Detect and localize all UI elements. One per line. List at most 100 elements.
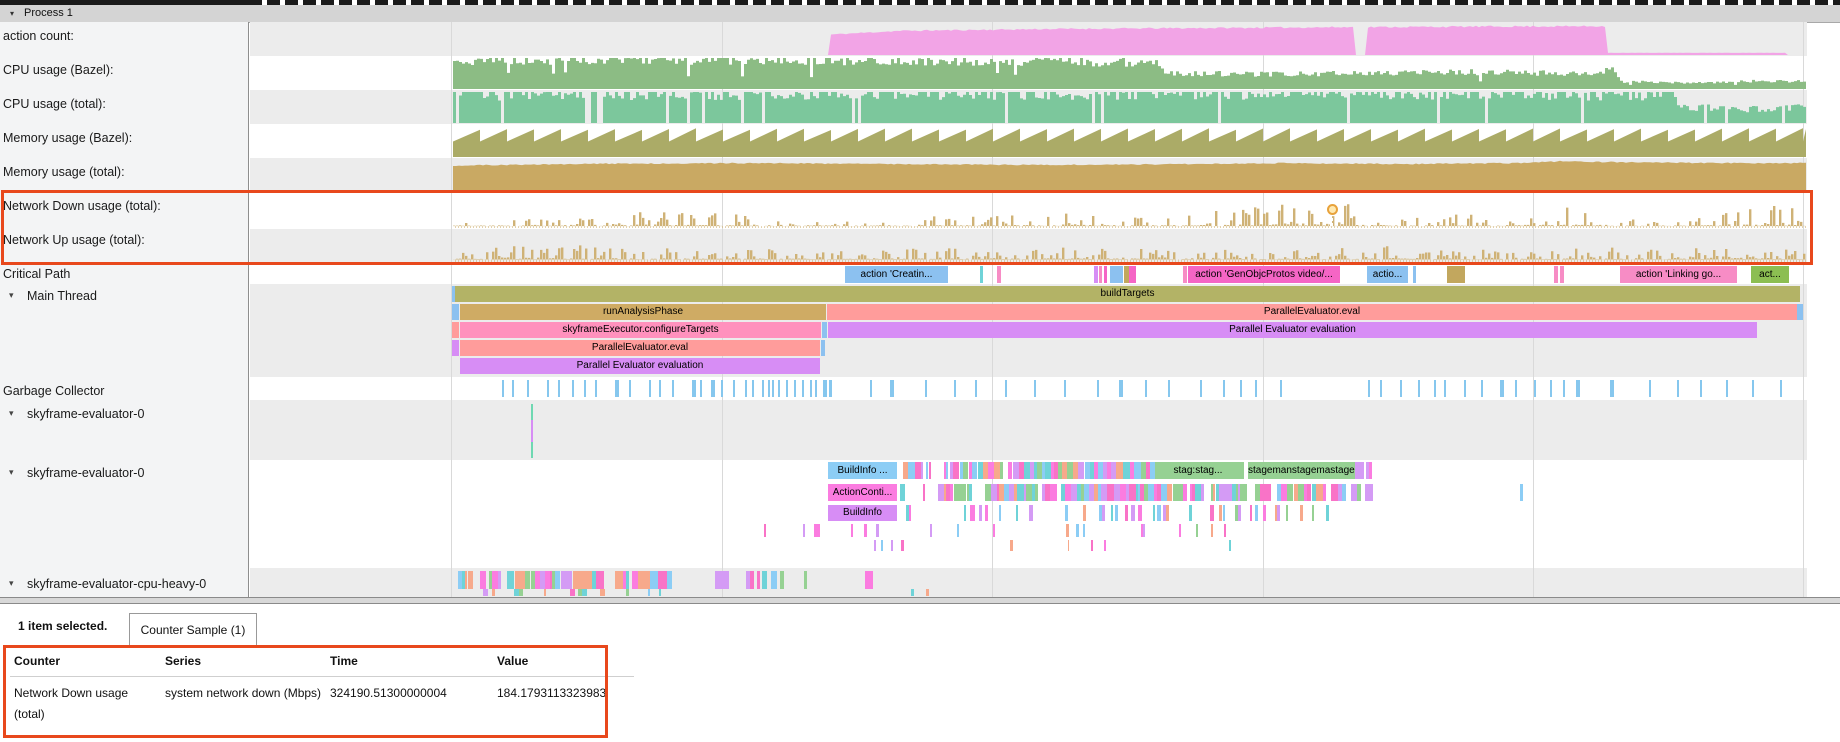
slice[interactable] [1316, 484, 1323, 501]
gc-tick[interactable] [1563, 380, 1565, 397]
slice[interactable] [658, 571, 667, 589]
gc-tick[interactable] [1097, 380, 1099, 397]
slice[interactable] [1447, 266, 1465, 283]
gc-tick[interactable] [512, 380, 514, 397]
slice[interactable] [596, 571, 604, 589]
gc-tick[interactable] [954, 380, 956, 397]
slice[interactable] [1115, 505, 1118, 521]
slice[interactable]: actio... [1367, 266, 1408, 283]
slice[interactable] [1111, 505, 1113, 521]
slice[interactable] [851, 524, 853, 537]
slice[interactable] [626, 589, 629, 596]
gc-tick[interactable] [1200, 380, 1202, 397]
slice[interactable] [483, 571, 486, 589]
slice[interactable] [1189, 505, 1191, 521]
slice[interactable] [1153, 505, 1156, 521]
slice[interactable] [1226, 484, 1233, 501]
slice[interactable] [1138, 505, 1142, 521]
slice[interactable] [1264, 484, 1271, 501]
slice[interactable] [1050, 484, 1057, 501]
slice[interactable] [1131, 505, 1135, 521]
slice[interactable] [615, 571, 623, 589]
slice[interactable] [582, 589, 587, 596]
slice[interactable] [1323, 484, 1326, 501]
slice[interactable] [626, 571, 629, 589]
sidebar-track-label[interactable]: Memory usage (total): [3, 165, 125, 179]
collapse-triangle-icon[interactable]: ▾ [9, 290, 14, 301]
slice[interactable] [1125, 505, 1128, 521]
slice[interactable]: skyframeExecutor.configureTargets [460, 322, 821, 338]
gc-tick[interactable] [815, 380, 817, 397]
gc-tick[interactable] [1700, 380, 1702, 397]
slice[interactable] [1116, 462, 1123, 479]
gc-tick[interactable] [1550, 380, 1552, 397]
slice[interactable] [1224, 524, 1227, 537]
slice[interactable] [659, 589, 662, 596]
slice[interactable] [1062, 462, 1067, 479]
collapse-triangle-icon[interactable]: ▾ [10, 5, 14, 22]
slice[interactable] [483, 589, 488, 596]
slice[interactable] [780, 571, 784, 589]
slice[interactable] [957, 524, 959, 537]
slice[interactable] [1560, 266, 1564, 283]
gc-tick[interactable] [1726, 380, 1728, 397]
gc-tick[interactable] [584, 380, 586, 397]
gc-tick[interactable] [1255, 380, 1257, 397]
sidebar-track-label[interactable]: action count: [3, 29, 74, 43]
slice[interactable] [555, 571, 560, 589]
slice[interactable] [1229, 540, 1231, 551]
slice[interactable] [1286, 505, 1289, 521]
gc-tick[interactable] [823, 380, 827, 397]
slice[interactable] [874, 540, 877, 551]
slice[interactable] [1240, 484, 1247, 501]
slice[interactable] [930, 524, 932, 537]
slice[interactable] [1183, 484, 1188, 501]
slice[interactable] [600, 589, 605, 596]
sidebar-track-label[interactable]: skyframe-evaluator-0 [27, 407, 144, 421]
gc-tick[interactable] [615, 380, 619, 397]
slice[interactable] [1094, 266, 1098, 283]
gc-tick[interactable] [721, 380, 723, 397]
gc-tick[interactable] [527, 380, 529, 397]
slice[interactable] [1312, 505, 1314, 521]
gc-tick[interactable] [786, 380, 788, 397]
slice[interactable] [804, 571, 807, 589]
slice[interactable] [764, 524, 766, 537]
process-header[interactable]: ▾ Process 1 [0, 5, 1840, 23]
gc-tick[interactable] [1005, 380, 1007, 397]
sidebar-track-label[interactable]: CPU usage (Bazel): [3, 63, 113, 77]
slice[interactable] [1210, 505, 1214, 521]
slice[interactable] [1123, 462, 1130, 479]
gc-tick[interactable] [975, 380, 977, 397]
gc-tick[interactable] [1380, 380, 1382, 397]
gc-tick[interactable] [672, 380, 674, 397]
slice[interactable] [570, 589, 574, 596]
slice[interactable] [723, 571, 729, 589]
slice[interactable] [1065, 505, 1068, 521]
slice[interactable] [1110, 266, 1123, 283]
slice[interactable] [1035, 484, 1038, 501]
slice[interactable] [1091, 540, 1093, 551]
gc-tick[interactable] [733, 380, 735, 397]
gc-tick[interactable] [1168, 380, 1170, 397]
slice[interactable] [817, 524, 820, 537]
slice[interactable] [1150, 462, 1155, 479]
collapse-triangle-icon[interactable]: ▾ [9, 467, 14, 478]
slice[interactable] [997, 266, 1001, 283]
slice[interactable] [1196, 524, 1198, 537]
slice[interactable] [821, 340, 825, 356]
slice[interactable] [1250, 505, 1252, 521]
slice[interactable] [638, 571, 645, 589]
slice[interactable] [1166, 505, 1170, 521]
slice[interactable] [1143, 524, 1145, 537]
gc-tick[interactable] [745, 380, 747, 397]
slice[interactable] [1029, 505, 1033, 521]
slice[interactable] [957, 484, 964, 501]
gc-tick[interactable] [772, 380, 774, 397]
gc-tick[interactable] [547, 380, 549, 397]
gc-tick[interactable] [659, 380, 661, 397]
slice[interactable] [1083, 505, 1086, 521]
gc-tick[interactable] [1400, 380, 1402, 397]
slice[interactable] [911, 589, 914, 596]
gc-tick[interactable] [1444, 380, 1446, 397]
